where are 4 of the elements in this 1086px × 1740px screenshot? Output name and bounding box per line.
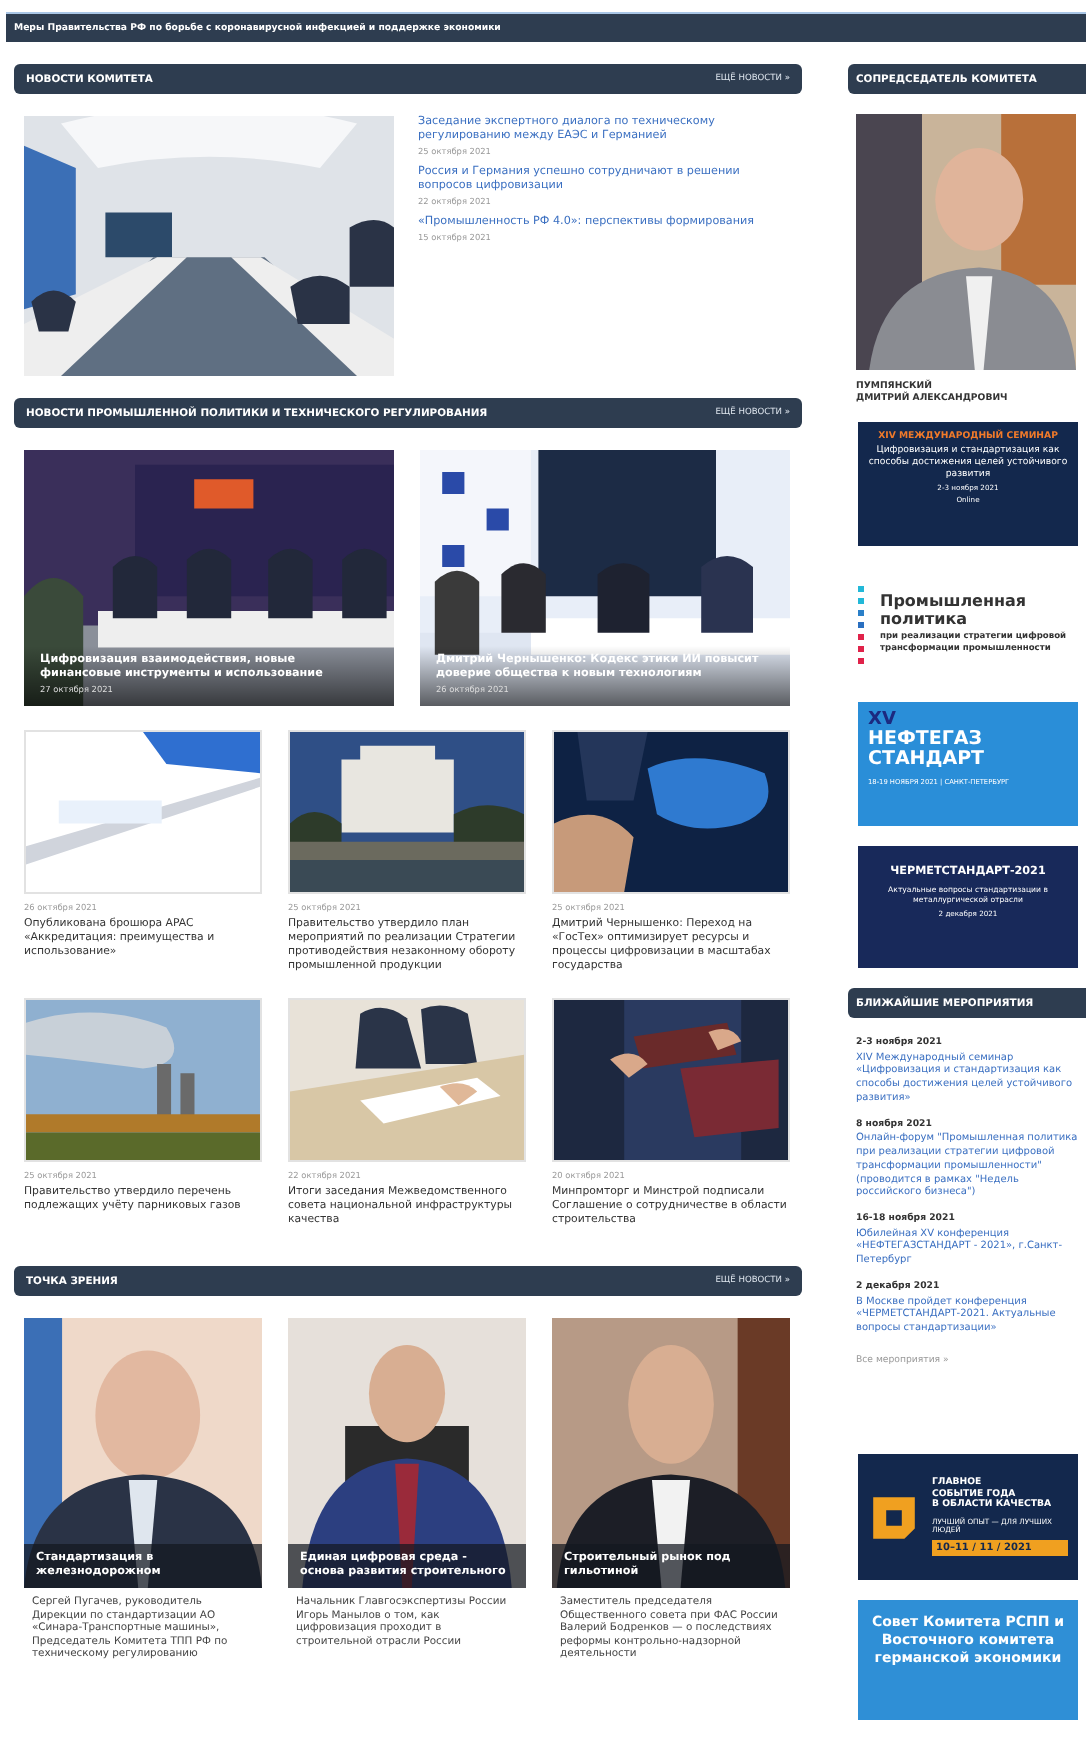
banner-numeral: XV bbox=[868, 710, 896, 730]
banner-title: НЕФТЕГАЗ bbox=[868, 730, 982, 750]
banner-title: СТАНДАРТ bbox=[868, 750, 985, 770]
banner-title: Промышленная политика bbox=[880, 592, 1029, 628]
